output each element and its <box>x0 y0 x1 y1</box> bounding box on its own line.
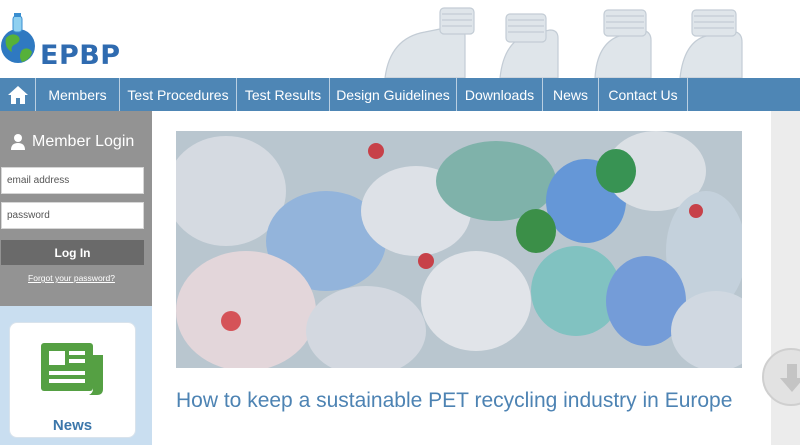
news-card-label: News <box>52 417 93 434</box>
forgot-password-link[interactable]: Forgot your password? <box>0 273 143 283</box>
nav-news[interactable]: News <box>543 78 599 111</box>
email-field[interactable]: email address <box>1 167 144 194</box>
nav-contact-us[interactable]: Contact Us <box>599 78 688 111</box>
user-icon <box>11 134 25 150</box>
home-icon <box>7 85 28 104</box>
article-headline[interactable]: How to keep a sustainable PET recycling … <box>176 388 736 414</box>
member-login-title: Member Login <box>32 133 135 150</box>
nav-home[interactable] <box>0 78 36 111</box>
logo-text: EPBP <box>40 40 121 71</box>
sidebar: Member Login email address password Log … <box>0 111 152 445</box>
news-card[interactable]: News <box>9 322 136 438</box>
member-login-heading: Member Login <box>10 133 134 151</box>
member-login-panel: Member Login email address password Log … <box>0 111 152 306</box>
password-field[interactable]: password <box>1 202 144 229</box>
site-logo[interactable]: EPBP <box>0 12 130 71</box>
scroll-down-button[interactable] <box>762 348 800 406</box>
nav-members[interactable]: Members <box>36 78 120 111</box>
nav-test-procedures[interactable]: Test Procedures <box>120 78 237 111</box>
newspaper-icon <box>41 343 103 395</box>
login-button[interactable]: Log In <box>1 240 144 265</box>
recycled-bottles-photo <box>176 131 742 368</box>
header-bottles-image <box>380 0 800 78</box>
main-nav: Members Test Procedures Test Results Des… <box>0 78 800 111</box>
arrow-down-icon <box>780 364 800 392</box>
nav-design-guidelines[interactable]: Design Guidelines <box>330 78 457 111</box>
nav-downloads[interactable]: Downloads <box>457 78 543 111</box>
email-placeholder: email address <box>7 175 70 186</box>
site-header: EPBP <box>0 0 800 78</box>
nav-test-results[interactable]: Test Results <box>237 78 330 111</box>
nav-filler <box>688 78 800 111</box>
password-placeholder: password <box>7 210 50 221</box>
